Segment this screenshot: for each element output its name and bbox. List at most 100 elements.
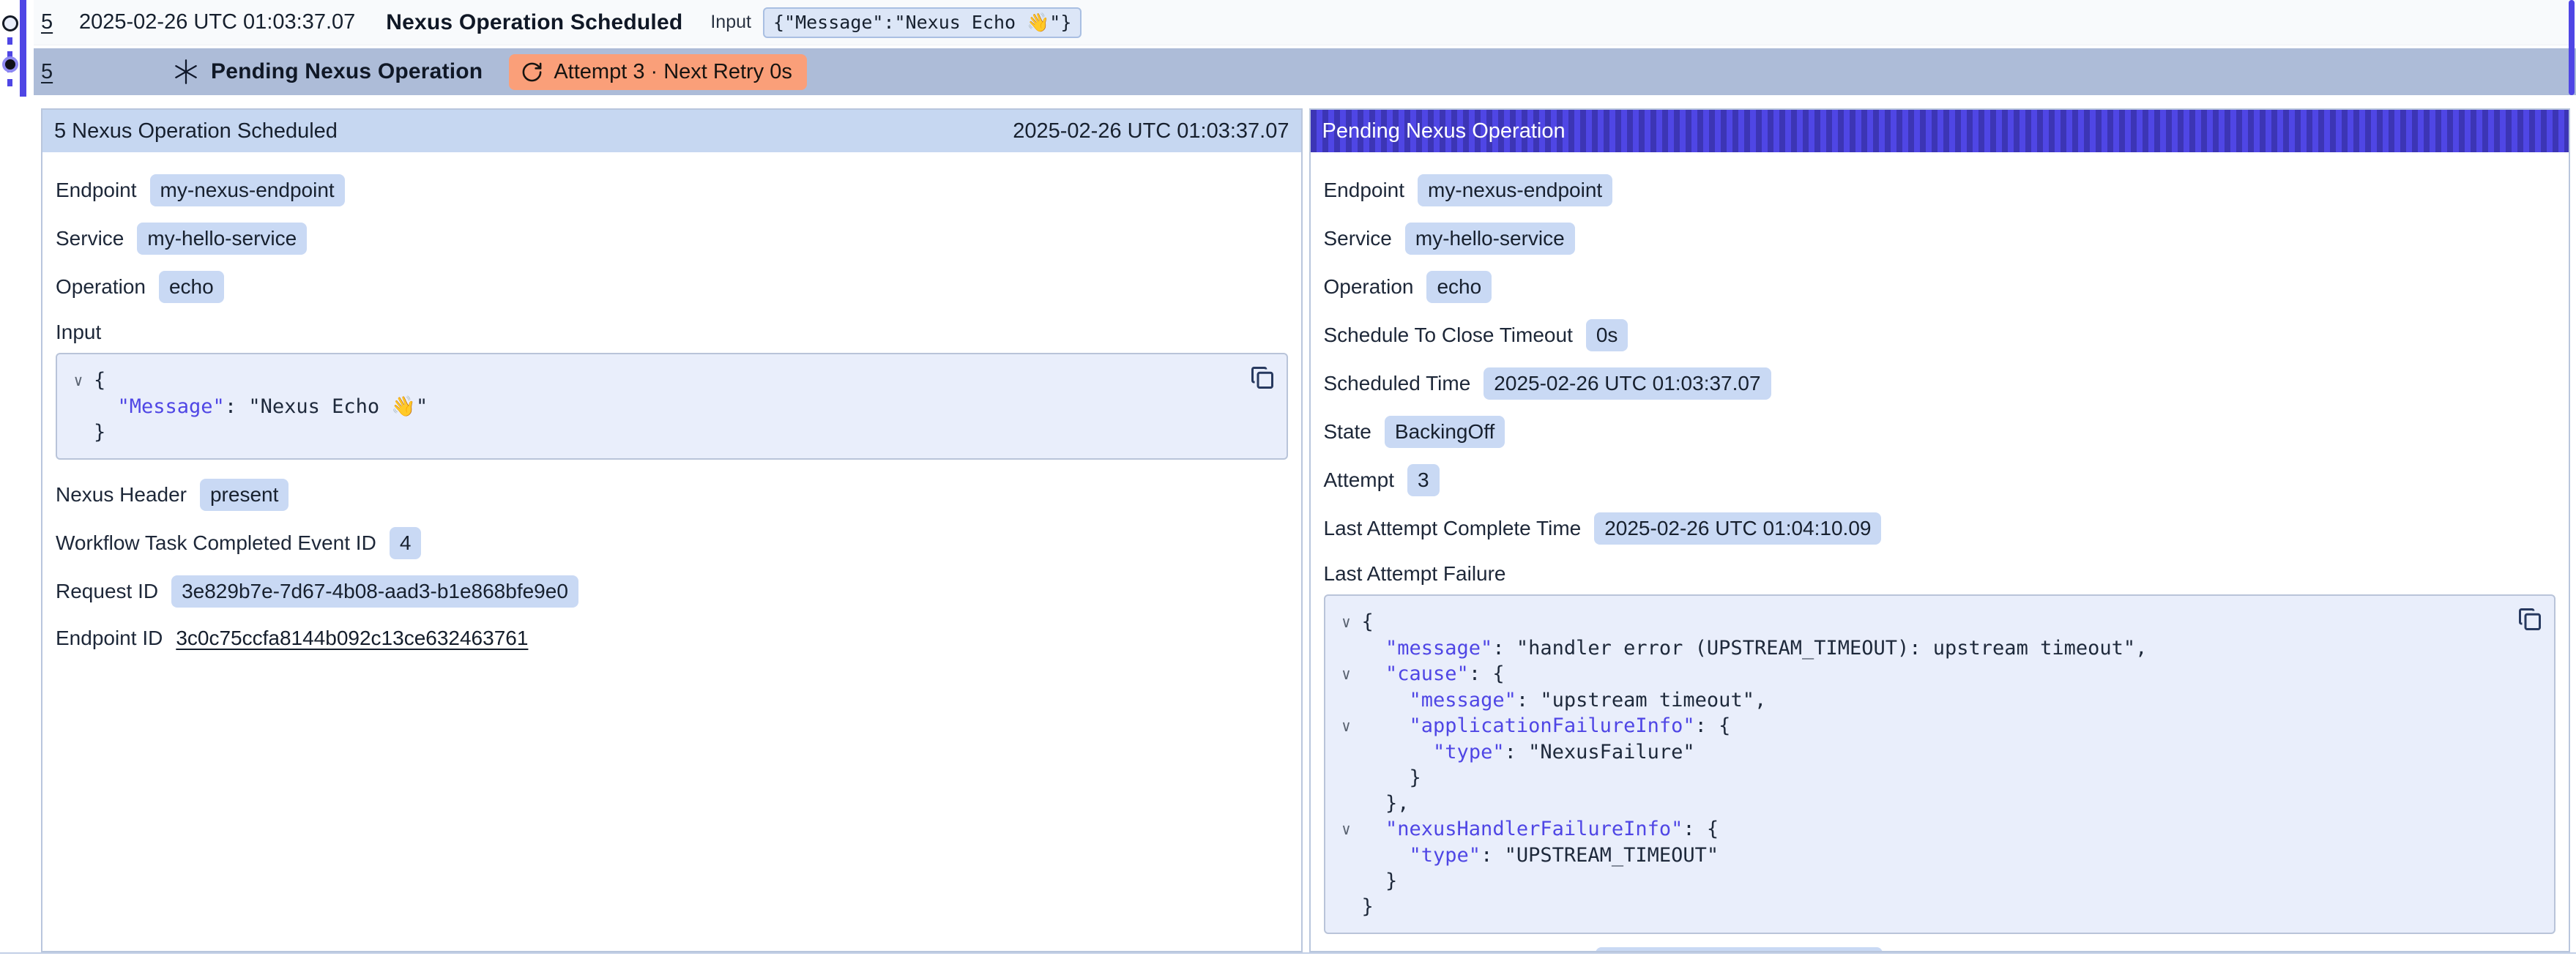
- field-value-chip: my-nexus-endpoint: [150, 174, 345, 206]
- field-label: Scheduled Time: [1324, 372, 1471, 395]
- scheduled-card-header: 5 Nexus Operation Scheduled 2025-02-26 U…: [42, 110, 1301, 152]
- collapse-chevron-icon[interactable]: ∨: [1331, 662, 1362, 687]
- field-attempt: Attempt 3: [1324, 464, 2556, 496]
- scrollbar-thumb[interactable]: [2569, 0, 2575, 95]
- event-id-link[interactable]: 5: [41, 60, 63, 84]
- scheduled-card-timestamp: 2025-02-26 UTC 01:03:37.07: [1013, 119, 1289, 143]
- pending-card-title: Pending Nexus Operation: [1322, 119, 1566, 143]
- field-service: Service my-hello-service: [1324, 223, 2556, 255]
- code-line: ∨ "cause": {: [1331, 661, 2504, 687]
- timeline-bar: [20, 0, 26, 97]
- scheduled-event-card: 5 Nexus Operation Scheduled 2025-02-26 U…: [41, 108, 1303, 952]
- collapse-chevron-icon[interactable]: ∨: [63, 368, 94, 394]
- field-label: Workflow Task Completed Event ID: [56, 531, 376, 555]
- code-line: "type": "NexusFailure": [1331, 739, 2504, 765]
- field-value-chip: 4: [390, 527, 422, 559]
- field-label: Operation: [1324, 275, 1414, 299]
- event-row-scheduled[interactable]: 5 2025-02-26 UTC 01:03:37.07 Nexus Opera…: [34, 0, 2576, 45]
- field-label: Operation: [56, 275, 146, 299]
- collapse-chevron-icon[interactable]: ∨: [1331, 610, 1362, 635]
- code-line: }: [63, 419, 1235, 445]
- field-operation: Operation echo: [1324, 271, 2556, 303]
- field-value-chip: 3: [1407, 464, 1440, 496]
- field-value-chip: echo: [159, 271, 224, 303]
- field-value-chip: my-hello-service: [137, 223, 307, 255]
- event-row-pending-selected[interactable]: 5 Pending Nexus Operation Attempt 3 · Ne…: [34, 48, 2576, 95]
- field-label: Schedule To Close Timeout: [1324, 324, 1573, 347]
- pending-operation-card: Pending Nexus Operation Endpoint my-nexu…: [1309, 108, 2571, 952]
- field-value-chip: 3e829b7e-7d67-4b08-aad3-b1e868bfe9e0: [171, 575, 578, 608]
- field-label: Endpoint: [56, 179, 137, 202]
- copy-icon[interactable]: [2516, 606, 2544, 634]
- code-line: ∨{: [1331, 609, 2504, 635]
- field-value-chip: my-hello-service: [1405, 223, 1575, 255]
- code-line: ∨ "nexusHandlerFailureInfo": {: [1331, 816, 2504, 843]
- event-timestamp: 2025-02-26 UTC 01:03:37.07: [79, 10, 355, 34]
- endpoint-id-link[interactable]: 3c0c75ccfa8144b092c13ce632463761: [176, 627, 528, 650]
- input-label: Input: [710, 12, 751, 33]
- field-label: State: [1324, 420, 1371, 444]
- field-value-chip: BackingOff: [1385, 416, 1505, 448]
- field-value-chip: 2025-02-26 UTC 01:04:13.93: [1596, 947, 1883, 952]
- field-service: Service my-hello-service: [56, 223, 1288, 255]
- timeline-node-current-icon: [2, 56, 18, 72]
- input-section-label: Input: [56, 321, 1288, 344]
- code-line: ∨ "applicationFailureInfo": {: [1331, 713, 2504, 739]
- retry-badge-text: Attempt 3 · Next Retry 0s: [554, 60, 792, 84]
- scheduled-card-title: 5 Nexus Operation Scheduled: [54, 119, 338, 143]
- field-label: Service: [56, 227, 124, 250]
- code-line: "message": "upstream timeout",: [1331, 687, 2504, 713]
- last-attempt-failure-label: Last Attempt Failure: [1324, 562, 2556, 586]
- pending-asterisk-icon: [173, 59, 199, 85]
- field-label: Last Attempt Complete Time: [1324, 517, 1582, 540]
- field-endpoint-id: Endpoint ID 3c0c75ccfa8144b092c13ce63246…: [56, 624, 1288, 653]
- failure-json-block: ∨{ "message": "handler error (UPSTREAM_T…: [1324, 594, 2556, 934]
- field-value-chip: 0s: [1586, 319, 1628, 351]
- event-id-link[interactable]: 5: [41, 10, 63, 34]
- field-endpoint: Endpoint my-nexus-endpoint: [56, 174, 1288, 206]
- scheduled-card-body: Endpoint my-nexus-endpoint Service my-he…: [42, 152, 1301, 951]
- field-workflow-task-completed-event-id: Workflow Task Completed Event ID 4: [56, 527, 1288, 559]
- field-label: Service: [1324, 227, 1392, 250]
- pending-card-body: Endpoint my-nexus-endpoint Service my-he…: [1311, 152, 2569, 952]
- code-line: ∨{: [63, 367, 1235, 394]
- retry-icon: [521, 61, 543, 83]
- pending-event-name: Pending Nexus Operation: [211, 59, 483, 84]
- code-line: "type": "UPSTREAM_TIMEOUT": [1331, 843, 2504, 868]
- field-last-attempt-complete-time: Last Attempt Complete Time 2025-02-26 UT…: [1324, 512, 2556, 545]
- field-value-chip: echo: [1426, 271, 1492, 303]
- bottom-divider: [0, 952, 2576, 954]
- field-state: State BackingOff: [1324, 416, 2556, 448]
- field-operation: Operation echo: [56, 271, 1288, 303]
- field-schedule-to-close-timeout: Schedule To Close Timeout 0s: [1324, 319, 2556, 351]
- field-scheduled-time: Scheduled Time 2025-02-26 UTC 01:03:37.0…: [1324, 367, 2556, 400]
- field-label: Request ID: [56, 580, 158, 603]
- code-line: "Message": "Nexus Echo 👋": [63, 394, 1235, 419]
- event-name: Nexus Operation Scheduled: [386, 10, 682, 35]
- field-label: Endpoint: [1324, 179, 1405, 202]
- input-json-block: ∨{ "Message": "Nexus Echo 👋" }: [56, 353, 1288, 460]
- field-label: Endpoint ID: [56, 627, 163, 650]
- field-request-id: Request ID 3e829b7e-7d67-4b08-aad3-b1e86…: [56, 575, 1288, 608]
- copy-icon[interactable]: [1248, 365, 1276, 392]
- field-label: Nexus Header: [56, 483, 187, 507]
- field-value-chip: my-nexus-endpoint: [1418, 174, 1612, 206]
- field-value-chip: 2025-02-26 UTC 01:04:10.09: [1594, 512, 1881, 545]
- code-line: }: [1331, 868, 2504, 894]
- field-label: Attempt: [1324, 468, 1394, 492]
- collapse-chevron-icon[interactable]: ∨: [1331, 714, 1362, 739]
- field-endpoint: Endpoint my-nexus-endpoint: [1324, 174, 2556, 206]
- event-detail-panels: 5 Nexus Operation Scheduled 2025-02-26 U…: [41, 108, 2570, 952]
- input-preview-chip: {"Message":"Nexus Echo 👋"}: [763, 7, 1082, 38]
- field-next-attempt-schedule-time: Next Attempt Schedule Time 2025-02-26 UT…: [1324, 947, 2556, 952]
- code-line: },: [1331, 791, 2504, 816]
- code-line: "message": "handler error (UPSTREAM_TIME…: [1331, 635, 2504, 661]
- code-line: }: [1331, 894, 2504, 919]
- code-line: }: [1331, 765, 2504, 791]
- field-value-chip: present: [200, 479, 289, 511]
- timeline-node-open-icon: [2, 15, 18, 31]
- collapse-chevron-icon[interactable]: ∨: [1331, 817, 1362, 843]
- pending-card-header: Pending Nexus Operation: [1311, 110, 2569, 152]
- field-value-chip: 2025-02-26 UTC 01:03:37.07: [1484, 367, 1771, 400]
- retry-status-badge: Attempt 3 · Next Retry 0s: [509, 54, 807, 90]
